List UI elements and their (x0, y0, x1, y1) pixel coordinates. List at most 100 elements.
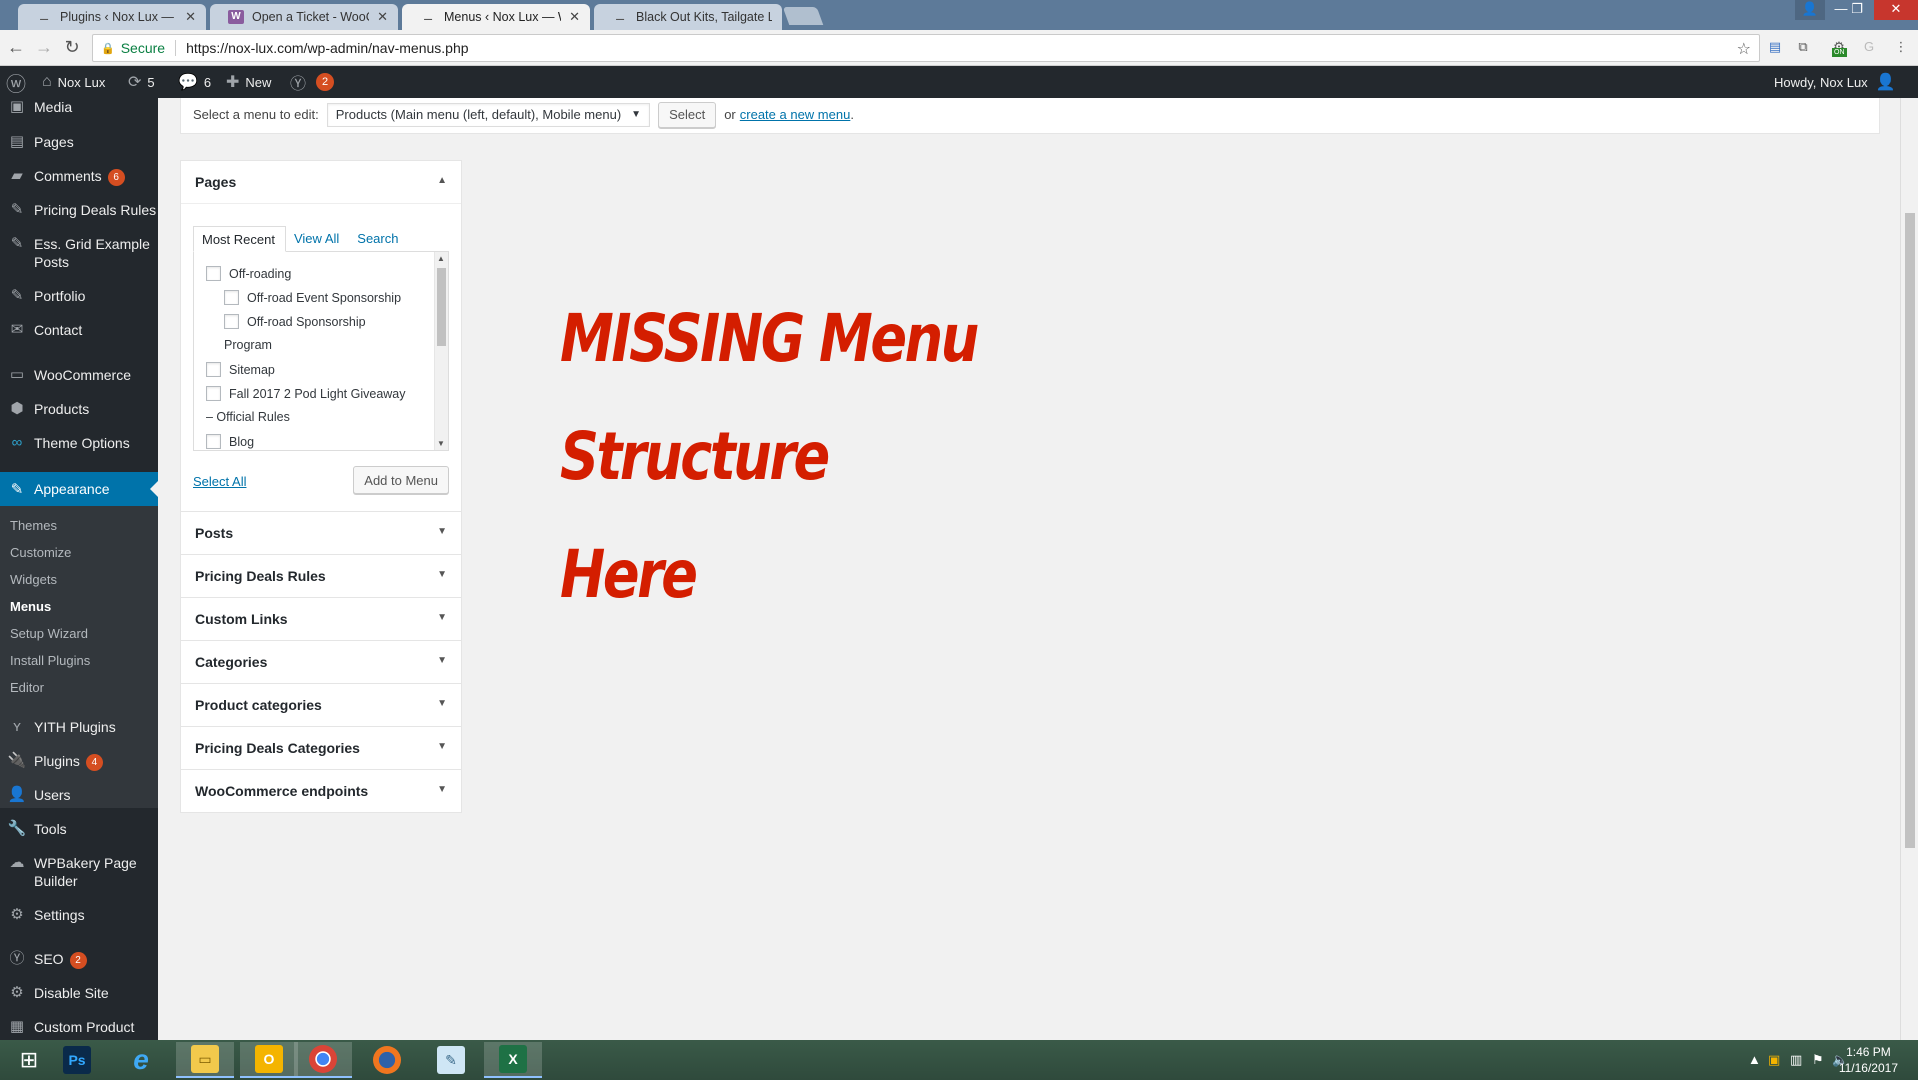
categories-panel-header[interactable]: Categories ▼ (181, 640, 461, 683)
submenu-themes[interactable]: Themes (10, 518, 57, 533)
chrome-icon[interactable] (294, 1042, 352, 1078)
checkbox[interactable] (206, 434, 221, 449)
sidebar-item-plugins[interactable]: 🔌 Plugins 4 (0, 752, 158, 771)
sidebar-item-media[interactable]: ▣ Media (0, 98, 158, 116)
url-omnibox[interactable]: 🔒 Secure https://nox-lux.com/wp-admin/na… (92, 34, 1760, 62)
taskbar-clock[interactable]: 1:46 PM 11/16/2017 (1839, 1044, 1898, 1076)
extension-g-icon[interactable]: G (1860, 38, 1878, 56)
submenu-widgets[interactable]: Widgets (10, 572, 57, 587)
select-menu-button[interactable]: Select (658, 101, 717, 128)
sidebar-item-appearance[interactable]: ✎ Appearance (0, 472, 158, 506)
submenu-editor[interactable]: Editor (10, 680, 44, 695)
pricing-deals-categories-panel-header[interactable]: Pricing Deals Categories ▼ (181, 726, 461, 769)
excel-icon[interactable]: X (484, 1042, 542, 1078)
scroll-up-icon[interactable]: ▲ (437, 254, 445, 263)
tab-search[interactable]: Search (349, 226, 408, 252)
list-item[interactable]: Fall 2017 2 Pod Light Giveaway (206, 386, 406, 401)
file-explorer-icon[interactable]: ▭ (176, 1042, 234, 1078)
submenu-customize[interactable]: Customize (10, 545, 71, 560)
new-content-link[interactable]: ✚ New (226, 66, 271, 98)
yoast-seo-link[interactable]: Ⓨ 2 (290, 66, 335, 98)
browser-tab-open-ticket[interactable]: W Open a Ticket - WooCom ✕ (210, 4, 398, 30)
extension-translate-icon[interactable]: ▤ (1766, 38, 1784, 56)
tab-view-all[interactable]: View All (286, 226, 349, 252)
internet-explorer-icon[interactable]: e (112, 1042, 170, 1078)
tray-expand-icon[interactable]: ▲ (1748, 1052, 1761, 1067)
list-item[interactable]: Off-roading (206, 266, 291, 281)
sidebar-item-users[interactable]: 👤 Users (0, 786, 158, 804)
menu-select-dropdown[interactable]: Products (Main menu (left, default), Mob… (326, 102, 651, 127)
sidebar-item-theme-options[interactable]: ∞ Theme Options (0, 434, 158, 452)
wordpress-logo-icon[interactable]: ⓦ (6, 66, 32, 98)
sidebar-item-comments[interactable]: ▰ Comments 6 (0, 167, 158, 186)
woocommerce-endpoints-panel-header[interactable]: WooCommerce endpoints ▼ (181, 769, 461, 812)
firefox-icon[interactable] (358, 1042, 416, 1078)
tab-most-recent[interactable]: Most Recent (193, 226, 286, 252)
restore-button[interactable]: ❐ (1842, 0, 1872, 20)
updates-link[interactable]: ⟳ 5 (128, 66, 155, 98)
checkbox[interactable] (224, 314, 239, 329)
product-categories-panel-header[interactable]: Product categories ▼ (181, 683, 461, 726)
submenu-install-plugins[interactable]: Install Plugins (10, 653, 90, 668)
browser-tab-menus[interactable]: ⚊ Menus ‹ Nox Lux — Wor ✕ (402, 4, 590, 30)
browser-tab-black-out-kits[interactable]: ⚊ Black Out Kits, Tailgate Li (594, 4, 782, 30)
forward-arrow-icon[interactable]: → (32, 36, 56, 60)
create-new-menu-link[interactable]: create a new menu (740, 107, 851, 122)
tab-close-icon[interactable]: ✕ (377, 9, 388, 25)
sidebar-item-portfolio[interactable]: ✎ Portfolio (0, 287, 158, 305)
pages-panel-header[interactable]: Pages ▲ (181, 161, 461, 203)
notepad-icon[interactable]: ✎ (422, 1042, 480, 1078)
tab-close-icon[interactable]: ✕ (185, 9, 196, 25)
checkbox[interactable] (224, 290, 239, 305)
page-scrollbar[interactable] (1900, 98, 1918, 1040)
bookmark-star-icon[interactable]: ☆ (1737, 39, 1751, 59)
sidebar-item-wpbakery[interactable]: ☁ WPBakery Page Builder (0, 854, 158, 890)
checkbox[interactable] (206, 266, 221, 281)
sidebar-item-pricing-deals-rules[interactable]: ✎ Pricing Deals Rules (0, 201, 158, 219)
reload-icon[interactable]: ↻ (60, 36, 84, 60)
sidebar-item-pages[interactable]: ▤ Pages (0, 133, 158, 151)
sidebar-item-custom-product[interactable]: ▦ Custom Product (0, 1018, 158, 1036)
sidebar-item-yith-plugins[interactable]: ʏ YITH Plugins (0, 718, 158, 736)
chrome-menu-icon[interactable]: ⋮ (1892, 38, 1910, 56)
scrollbar-thumb[interactable] (437, 268, 446, 346)
tray-app-icon[interactable]: ▣ (1768, 1052, 1780, 1068)
outlook-icon[interactable]: O (240, 1042, 298, 1078)
checklist-scrollbar[interactable]: ▲ ▼ (434, 252, 448, 450)
list-item[interactable]: Off-road Event Sponsorship (224, 290, 401, 305)
profile-icon[interactable]: 👤 (1795, 0, 1825, 20)
list-item[interactable]: Blog (206, 434, 254, 449)
tab-close-icon[interactable]: ✕ (569, 9, 580, 25)
sidebar-item-tools[interactable]: 🔧 Tools (0, 820, 158, 838)
sidebar-item-contact[interactable]: ✉ Contact (0, 321, 158, 339)
tray-flag-icon[interactable]: ⚑ (1812, 1052, 1824, 1068)
select-all-link[interactable]: Select All (193, 474, 246, 489)
network-icon[interactable]: ▥ (1790, 1052, 1802, 1068)
checkbox[interactable] (206, 386, 221, 401)
sidebar-item-products[interactable]: ⬢ Products (0, 400, 158, 418)
comments-link[interactable]: 💬 6 (178, 66, 211, 98)
posts-panel-header[interactable]: Posts ▼ (181, 511, 461, 554)
photoshop-icon[interactable]: Ps (48, 1042, 106, 1078)
sidebar-item-settings[interactable]: ⚙ Settings (0, 906, 158, 924)
extension-on-icon[interactable]: ⚙ ON (1830, 38, 1848, 57)
list-item[interactable]: Off-road Sponsorship (224, 314, 366, 329)
extension-code-icon[interactable]: ⧉ (1794, 38, 1812, 56)
submenu-setup-wizard[interactable]: Setup Wizard (10, 626, 88, 641)
custom-links-panel-header[interactable]: Custom Links ▼ (181, 597, 461, 640)
sidebar-item-ess-grid[interactable]: ✎ Ess. Grid Example Posts (0, 235, 158, 271)
scroll-down-icon[interactable]: ▼ (437, 439, 445, 448)
page-scrollbar-thumb[interactable] (1905, 213, 1915, 848)
sidebar-item-disable-site[interactable]: ⚙ Disable Site (0, 984, 158, 1002)
submenu-menus[interactable]: Menus (10, 599, 51, 614)
pricing-deals-rules-panel-header[interactable]: Pricing Deals Rules ▼ (181, 554, 461, 597)
site-name-link[interactable]: ⌂ Nox Lux (42, 66, 105, 98)
list-item[interactable]: Sitemap (206, 362, 275, 377)
window-close-button[interactable]: ✕ (1874, 0, 1918, 20)
sidebar-item-woocommerce[interactable]: ▭ WooCommerce (0, 366, 158, 384)
back-arrow-icon[interactable]: ← (4, 36, 28, 60)
sidebar-item-seo[interactable]: Ⓨ SEO 2 (0, 950, 158, 969)
browser-tab-plugins[interactable]: ⚊ Plugins ‹ Nox Lux — Wo ✕ (18, 4, 206, 30)
my-account-link[interactable]: Howdy, Nox Lux 👤 (1774, 66, 1902, 98)
new-tab-button[interactable] (782, 7, 824, 25)
